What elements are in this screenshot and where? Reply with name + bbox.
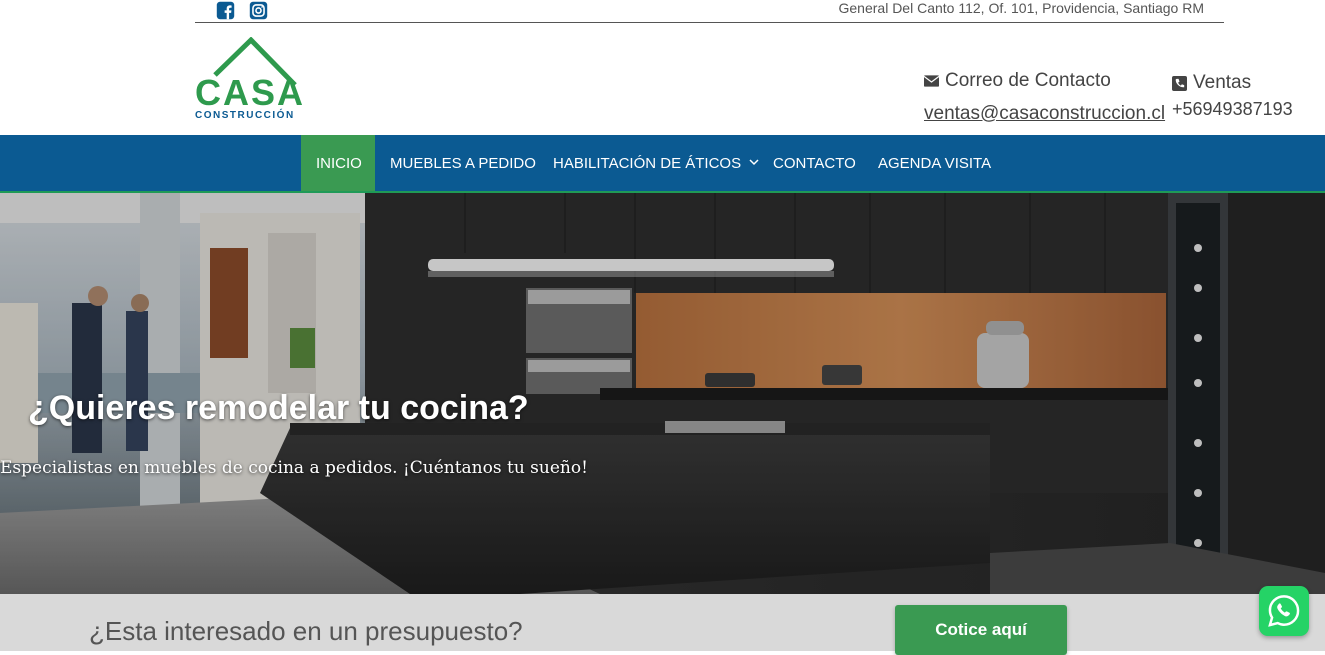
nav-item-label: CONTACTO — [773, 154, 856, 172]
main-navigation: INICIO MUEBLES A PEDIDO HABILITACIÓN DE … — [0, 135, 1325, 193]
facebook-link[interactable] — [215, 0, 235, 20]
nav-item-label: INICIO — [316, 154, 362, 172]
quote-button[interactable]: Cotice aquí — [895, 605, 1067, 655]
contact-label-text: Correo de Contacto — [945, 70, 1111, 91]
address-text: General Del Canto 112, Of. 101, Providen… — [838, 0, 1205, 16]
whatsapp-button[interactable] — [1259, 586, 1309, 636]
hero-title: ¿Quieres remodelar tu cocina? — [28, 389, 529, 427]
envelope-icon — [924, 75, 939, 87]
quote-band: ¿Esta interesado en un presupuesto? Coti… — [0, 594, 1325, 655]
top-bar: General Del Canto 112, Of. 101, Providen… — [195, 0, 1224, 23]
nav-item-label: AGENDA VISITA — [878, 154, 992, 172]
nav-item-label: HABILITACIÓN DE ÁTICOS — [553, 154, 742, 172]
nav-item-contacto[interactable]: CONTACTO — [758, 135, 871, 191]
sales-label: Ventas — [1172, 70, 1293, 96]
svg-text:CONSTRUCCIÓN: CONSTRUCCIÓN — [195, 108, 295, 121]
nav-item-label: MUEBLES A PEDIDO — [390, 154, 536, 172]
contact-email-link[interactable]: ventas@casaconstruccion.cl — [924, 103, 1165, 125]
site-logo[interactable]: CASA CONSTRUCCIÓN — [195, 36, 307, 121]
hero-subtitle: Especialistas en muebles de cocina a ped… — [0, 458, 588, 478]
nav-item-habilitacion-de-aticos[interactable]: HABILITACIÓN DE ÁTICOS — [538, 135, 774, 191]
sales-phone-number[interactable]: +56949387193 — [1172, 99, 1293, 120]
contact-email-block: Correo de Contacto ventas@casaconstrucci… — [924, 68, 1165, 125]
sales-label-text: Ventas — [1193, 72, 1252, 93]
phone-icon — [1172, 75, 1187, 91]
svg-text:CASA: CASA — [195, 72, 305, 113]
whatsapp-icon — [1268, 595, 1300, 627]
nav-item-inicio[interactable]: INICIO — [301, 135, 375, 191]
logo-mark: CASA CONSTRUCCIÓN — [195, 36, 305, 121]
facebook-icon — [216, 1, 234, 19]
hero-banner: ¿Quieres remodelar tu cocina? Especialis… — [0, 193, 1325, 594]
nav-item-agenda-visita[interactable]: AGENDA VISITA — [863, 135, 1006, 191]
nav-item-muebles-a-pedido[interactable]: MUEBLES A PEDIDO — [375, 135, 551, 191]
quote-prompt: ¿Esta interesado en un presupuesto? — [89, 616, 523, 646]
instagram-icon — [249, 1, 267, 19]
sales-phone-block: Ventas +56949387193 — [1172, 70, 1293, 120]
contact-label: Correo de Contacto — [924, 68, 1165, 94]
instagram-link[interactable] — [248, 0, 268, 20]
